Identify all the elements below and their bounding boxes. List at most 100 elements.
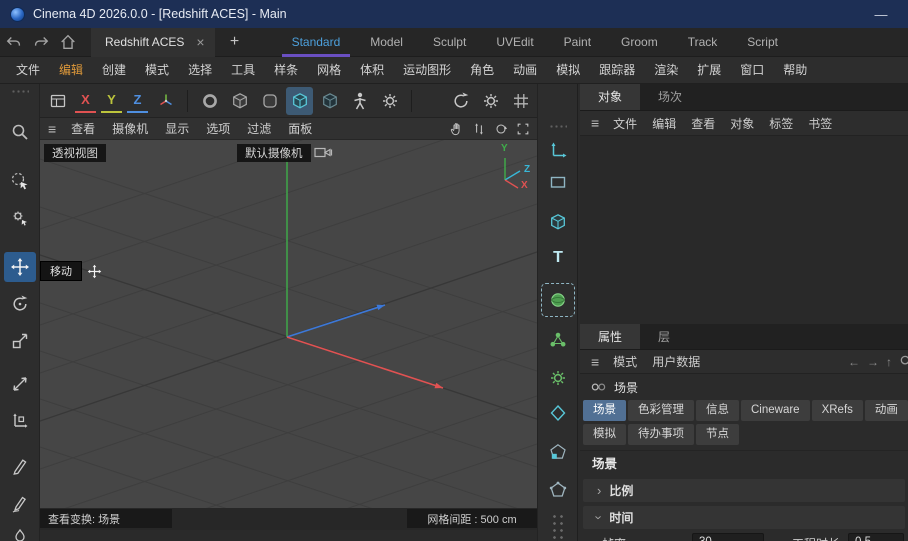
menu-window[interactable]: 窗口 bbox=[732, 57, 772, 83]
layout-tab-standard[interactable]: Standard bbox=[277, 28, 356, 57]
transform-tool-button[interactable] bbox=[4, 369, 36, 399]
pentagon-tool-button[interactable] bbox=[543, 437, 573, 467]
grid-toggle-button[interactable] bbox=[507, 87, 534, 115]
om-menu-view[interactable]: 查看 bbox=[684, 115, 722, 132]
dolly-view-button[interactable] bbox=[469, 119, 488, 138]
om-menu-object[interactable]: 对象 bbox=[723, 115, 761, 132]
axis-lock-z-button[interactable]: Z bbox=[127, 89, 148, 113]
axes-tool-button[interactable] bbox=[543, 135, 573, 165]
object-list[interactable] bbox=[580, 136, 908, 324]
polygon-tool-button[interactable] bbox=[543, 475, 573, 505]
coordinate-system-button[interactable] bbox=[152, 87, 179, 115]
menu-mode[interactable]: 模式 bbox=[137, 57, 177, 83]
om-menu-tags[interactable]: 标签 bbox=[762, 115, 800, 132]
attr-tab-animation[interactable]: 动画 bbox=[865, 400, 908, 421]
brush-tool-button[interactable] bbox=[4, 522, 36, 541]
viewport-menu-view[interactable]: 查看 bbox=[63, 118, 103, 140]
character-tools-button[interactable] bbox=[346, 87, 373, 115]
rotate-settings-button[interactable] bbox=[447, 87, 474, 115]
tweak-tool-button[interactable] bbox=[4, 203, 36, 233]
menu-file[interactable]: 文件 bbox=[8, 57, 48, 83]
cube-object-button[interactable] bbox=[543, 207, 573, 237]
orbit-view-button[interactable] bbox=[491, 119, 510, 138]
menu-spline[interactable]: 样条 bbox=[266, 57, 306, 83]
rounded-cube-button[interactable] bbox=[256, 87, 283, 115]
om-menu-bookmarks[interactable]: 书签 bbox=[801, 115, 839, 132]
tab-takes[interactable]: 场次 bbox=[640, 84, 700, 110]
back-button[interactable] bbox=[0, 31, 27, 53]
cluster-object-button[interactable] bbox=[543, 325, 573, 355]
active-cube-tool-button[interactable] bbox=[286, 87, 313, 115]
attr-tab-color-management[interactable]: 色彩管理 bbox=[628, 400, 694, 421]
viewport-menu-display[interactable]: 显示 bbox=[157, 118, 197, 140]
am-menu-mode[interactable]: 模式 bbox=[606, 353, 644, 370]
menu-extensions[interactable]: 扩展 bbox=[689, 57, 729, 83]
quad-tool-button[interactable] bbox=[543, 398, 573, 428]
palette-grip[interactable] bbox=[549, 124, 567, 129]
maximize-view-button[interactable] bbox=[513, 119, 532, 138]
menu-volume[interactable]: 体积 bbox=[352, 57, 392, 83]
fps-input[interactable]: 30 bbox=[692, 533, 764, 541]
viewport-menu-options[interactable]: 选项 bbox=[198, 118, 238, 140]
tab-objects[interactable]: 对象 bbox=[580, 84, 640, 110]
dark-cube-button[interactable] bbox=[316, 87, 343, 115]
close-tab-icon[interactable]: × bbox=[196, 35, 204, 49]
history-forward-icon[interactable]: → bbox=[867, 355, 879, 369]
group-time[interactable]: › 时间 bbox=[583, 506, 905, 529]
viewport-menu-panel[interactable]: 面板 bbox=[280, 118, 320, 140]
attribute-manager-hamburger-icon[interactable]: ≡ bbox=[585, 351, 605, 373]
attr-tab-scene[interactable]: 场景 bbox=[583, 400, 626, 421]
group-scale[interactable]: › 比例 bbox=[583, 479, 905, 502]
pan-view-button[interactable] bbox=[447, 119, 466, 138]
menu-tools[interactable]: 工具 bbox=[223, 57, 263, 83]
view-name-label[interactable]: 透视视图 bbox=[44, 144, 106, 162]
viewport-menu-filter[interactable]: 过滤 bbox=[239, 118, 279, 140]
sphere-object-button[interactable] bbox=[543, 285, 573, 315]
attr-tab-simulation[interactable]: 模拟 bbox=[583, 424, 626, 445]
pen-tool-button[interactable] bbox=[4, 451, 36, 481]
minimize-button[interactable]: — bbox=[864, 7, 898, 22]
menu-simulate[interactable]: 模拟 bbox=[548, 57, 588, 83]
menu-character[interactable]: 角色 bbox=[462, 57, 502, 83]
menu-edit[interactable]: 编辑 bbox=[51, 57, 91, 83]
parent-up-icon[interactable]: ↑ bbox=[886, 355, 892, 369]
viewport-hamburger-icon[interactable]: ≡ bbox=[42, 118, 62, 140]
viewport-menu-cameras[interactable]: 摄像机 bbox=[104, 118, 156, 140]
am-menu-userdata[interactable]: 用户数据 bbox=[645, 353, 707, 370]
search-icon[interactable] bbox=[899, 354, 908, 369]
om-menu-edit[interactable]: 编辑 bbox=[645, 115, 683, 132]
move-tool-button[interactable] bbox=[4, 252, 36, 282]
home-button[interactable] bbox=[54, 31, 81, 53]
menu-tracker[interactable]: 跟踪器 bbox=[591, 57, 643, 83]
layout-tab-sculpt[interactable]: Sculpt bbox=[418, 28, 481, 57]
document-tab[interactable]: Redshift ACES × bbox=[91, 28, 215, 57]
menu-render[interactable]: 渲染 bbox=[646, 57, 686, 83]
menu-mograph[interactable]: 运动图形 bbox=[395, 57, 459, 83]
menu-animate[interactable]: 动画 bbox=[505, 57, 545, 83]
layout-tab-track[interactable]: Track bbox=[673, 28, 733, 57]
cube-primitive-button[interactable] bbox=[226, 87, 253, 115]
menu-mesh[interactable]: 网格 bbox=[309, 57, 349, 83]
history-back-icon[interactable]: ← bbox=[848, 355, 860, 369]
attr-tab-info[interactable]: 信息 bbox=[696, 400, 739, 421]
attr-tab-cineware[interactable]: Cineware bbox=[741, 400, 810, 421]
axis-modify-tool-button[interactable] bbox=[4, 406, 36, 436]
palette-grip-dots[interactable] bbox=[551, 513, 565, 539]
attr-tab-xrefs[interactable]: XRefs bbox=[812, 400, 863, 421]
scale-tool-button[interactable] bbox=[4, 326, 36, 356]
viewport-canvas[interactable]: Y Z X 透视视图 默认摄像机 移动 bbox=[40, 140, 537, 508]
tab-layers[interactable]: 层 bbox=[640, 324, 688, 349]
live-selection-tool-button[interactable] bbox=[4, 166, 36, 196]
menu-select[interactable]: 选择 bbox=[180, 57, 220, 83]
object-manager-hamburger-icon[interactable]: ≡ bbox=[585, 112, 605, 134]
generator-tool-button[interactable] bbox=[543, 363, 573, 393]
rotate-tool-button[interactable] bbox=[4, 289, 36, 319]
character-settings-button[interactable] bbox=[376, 87, 403, 115]
layout-tab-groom[interactable]: Groom bbox=[606, 28, 673, 57]
layout-tab-model[interactable]: Model bbox=[355, 28, 418, 57]
tab-attributes[interactable]: 属性 bbox=[580, 324, 640, 349]
menu-help[interactable]: 帮助 bbox=[775, 57, 815, 83]
layout-tab-paint[interactable]: Paint bbox=[549, 28, 606, 57]
attr-tab-todo[interactable]: 待办事项 bbox=[628, 424, 694, 445]
palette-grip[interactable] bbox=[11, 89, 29, 94]
